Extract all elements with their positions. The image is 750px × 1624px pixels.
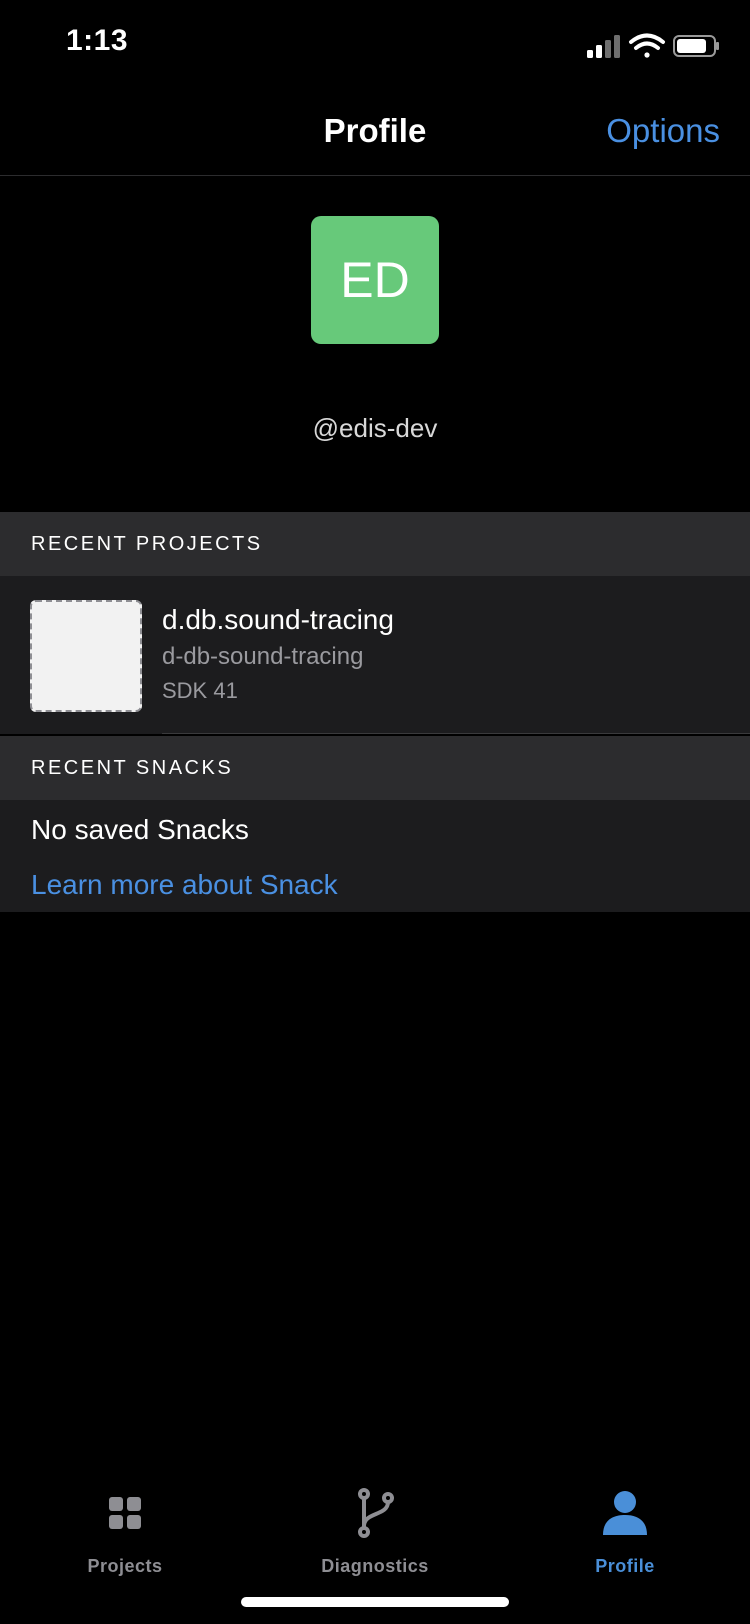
- wifi-icon: [629, 33, 665, 58]
- tab-projects[interactable]: Projects: [0, 1470, 250, 1576]
- row-divider: [162, 733, 750, 734]
- battery-icon: [673, 35, 719, 57]
- project-name: d.db.sound-tracing: [162, 604, 394, 635]
- recent-projects-header-label: RECENT PROJECTS: [31, 532, 263, 555]
- status-time: 1:13: [66, 24, 129, 57]
- tab-label: Profile: [595, 1556, 655, 1576]
- tab-diagnostics[interactable]: Diagnostics: [250, 1470, 500, 1576]
- project-thumbnail: [30, 600, 142, 712]
- recent-snacks-header: RECENT SNACKS: [0, 736, 750, 800]
- tab-label: Projects: [87, 1556, 163, 1576]
- username: @edis-dev: [312, 413, 438, 443]
- project-list-item[interactable]: d.db.sound-tracing d-db-sound-tracing SD…: [0, 576, 750, 734]
- no-snacks-message: No saved Snacks: [31, 814, 249, 845]
- learn-more-snack-link[interactable]: Learn more about Snack: [31, 869, 338, 901]
- home-indicator[interactable]: [241, 1597, 509, 1607]
- avatar-initials: ED: [340, 252, 410, 308]
- avatar: ED: [311, 216, 439, 344]
- cellular-signal-icon: [587, 35, 620, 58]
- project-slug: d-db-sound-tracing: [162, 643, 364, 670]
- tab-label: Diagnostics: [321, 1556, 429, 1576]
- project-sdk-version: SDK 41: [162, 678, 238, 703]
- tab-bar: Projects Diagnostics Profile: [0, 1470, 750, 1576]
- branch-icon: [358, 1488, 394, 1538]
- grid-icon: [109, 1497, 141, 1529]
- status-icons: [585, 30, 720, 60]
- navigation-bar: Profile Options: [0, 90, 750, 176]
- recent-snacks-section: No saved Snacks Learn more about Snack: [0, 800, 750, 912]
- tab-profile[interactable]: Profile: [500, 1470, 750, 1576]
- status-bar: 1:13: [0, 0, 750, 90]
- options-button[interactable]: Options: [606, 112, 720, 150]
- person-icon: [603, 1491, 647, 1535]
- recent-projects-header: RECENT PROJECTS: [0, 512, 750, 576]
- recent-snacks-header-label: RECENT SNACKS: [31, 756, 234, 779]
